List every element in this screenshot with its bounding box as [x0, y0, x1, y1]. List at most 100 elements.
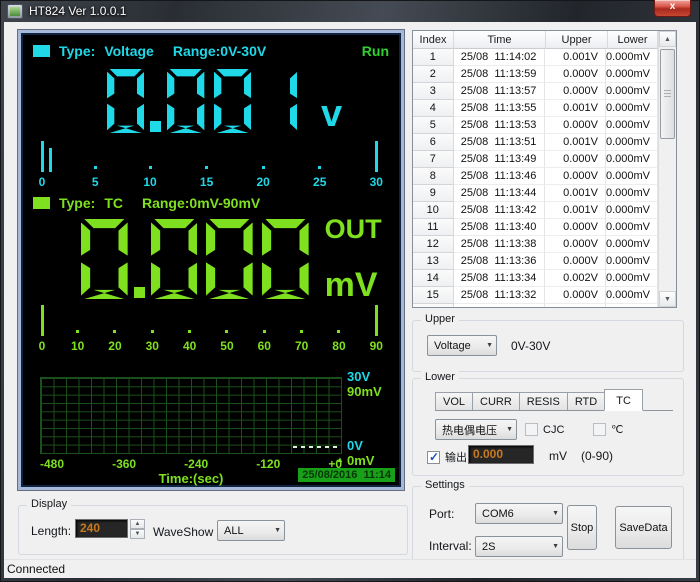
cell-lower[interactable]: 0.000mV — [606, 253, 658, 270]
table-row[interactable]: 1425/08 11:13:340.002V0.000mV — [413, 270, 658, 287]
cell-lower[interactable]: 0.000mV — [606, 100, 658, 117]
cell-upper[interactable]: 0.000V — [545, 253, 606, 270]
cell-lower[interactable]: 0.000mV — [606, 202, 658, 219]
cell-upper[interactable]: 0.001V — [545, 185, 606, 202]
cell-index[interactable]: 3 — [413, 83, 454, 100]
table-header-lower[interactable]: Lower — [608, 31, 658, 49]
cell-upper[interactable]: 0.000V — [545, 236, 606, 253]
scrollbar-thumb[interactable] — [660, 49, 675, 139]
cell-time[interactable]: 25/08 11:13:51 — [454, 134, 545, 151]
cell-index[interactable]: 8 — [413, 168, 454, 185]
cell-lower[interactable]: 0.000mV — [606, 151, 658, 168]
cell-time[interactable]: 25/08 11:13:46 — [454, 168, 545, 185]
cell-time[interactable]: 25/08 11:13:38 — [454, 236, 545, 253]
cell-index[interactable]: 7 — [413, 151, 454, 168]
cell-time[interactable]: 25/08 11:13:42 — [454, 202, 545, 219]
cell-upper[interactable]: 0.000V — [545, 219, 606, 236]
cell-index[interactable]: 11 — [413, 219, 454, 236]
cell-lower[interactable]: 0.000mV — [606, 83, 658, 100]
table-row[interactable]: 825/08 11:13:460.000V0.000mV — [413, 168, 658, 185]
celsius-checkbox[interactable] — [593, 423, 606, 436]
table-header-time[interactable]: Time — [454, 31, 546, 49]
cell-lower[interactable]: 0.000mV — [606, 270, 658, 287]
cell-lower[interactable]: 0.000mV — [606, 236, 658, 253]
tab-tc[interactable]: TC — [604, 389, 643, 411]
stop-button[interactable]: Stop — [567, 505, 597, 550]
table-row[interactable]: 1325/08 11:13:360.000V0.000mV — [413, 253, 658, 270]
savedata-button[interactable]: SaveData — [615, 506, 672, 549]
table-header-index[interactable]: Index — [413, 31, 454, 49]
cell-upper[interactable]: 0.000V — [545, 287, 606, 304]
table-row[interactable]: 1125/08 11:13:400.000V0.000mV — [413, 219, 658, 236]
table-row[interactable]: 725/08 11:13:490.000V0.000mV — [413, 151, 658, 168]
output-checkbox[interactable] — [427, 451, 440, 464]
output-checkbox-row[interactable]: 输出 — [427, 449, 467, 465]
port-select[interactable]: COM6 ▼ — [475, 503, 563, 524]
tab-vol[interactable]: VOL — [435, 392, 473, 410]
cell-lower[interactable]: 0.000mV — [606, 185, 658, 202]
cell-upper[interactable]: 0.001V — [545, 100, 606, 117]
table-scrollbar[interactable]: ▲ ▼ — [658, 31, 676, 307]
cell-index[interactable]: 10 — [413, 202, 454, 219]
cell-index[interactable]: 2 — [413, 66, 454, 83]
table-header-upper[interactable]: Upper — [546, 31, 608, 49]
cell-lower[interactable]: 0.000mV — [606, 304, 658, 307]
cell-upper[interactable]: 0.000V — [545, 83, 606, 100]
upper-mode-select[interactable]: Voltage ▼ — [427, 335, 497, 356]
cell-time[interactable]: 25/08 11:13:44 — [454, 185, 545, 202]
cjc-checkbox[interactable] — [525, 423, 538, 436]
cjc-checkbox-row[interactable]: CJC — [525, 423, 564, 436]
cell-upper[interactable]: 0.000V — [545, 168, 606, 185]
cell-time[interactable]: 25/08 11:13:30 — [454, 304, 545, 307]
cell-index[interactable]: 13 — [413, 253, 454, 270]
scroll-down-icon[interactable]: ▼ — [659, 291, 676, 307]
cell-index[interactable]: 1 — [413, 49, 454, 66]
table-row[interactable]: 1625/08 11:13:300.000V0.000mV — [413, 304, 658, 307]
close-button[interactable]: x — [654, 0, 691, 17]
table-row[interactable]: 325/08 11:13:570.000V0.000mV — [413, 83, 658, 100]
cell-lower[interactable]: 0.000mV — [606, 287, 658, 304]
scrollbar-track[interactable] — [659, 47, 676, 291]
cell-time[interactable]: 25/08 11:13:53 — [454, 117, 545, 134]
cell-time[interactable]: 25/08 11:13:57 — [454, 83, 545, 100]
cell-upper[interactable]: 0.000V — [545, 66, 606, 83]
cell-lower[interactable]: 0.000mV — [606, 219, 658, 236]
cell-time[interactable]: 25/08 11:13:32 — [454, 287, 545, 304]
scroll-up-icon[interactable]: ▲ — [659, 31, 676, 47]
waveshow-select[interactable]: ALL ▼ — [217, 520, 285, 541]
cell-lower[interactable]: 0.000mV — [606, 49, 658, 66]
cell-time[interactable]: 25/08 11:13:40 — [454, 219, 545, 236]
stepper-up-icon[interactable]: ▲ — [130, 519, 145, 529]
cell-time[interactable]: 25/08 11:13:49 — [454, 151, 545, 168]
cell-index[interactable]: 5 — [413, 117, 454, 134]
cell-lower[interactable]: 0.000mV — [606, 117, 658, 134]
length-input[interactable]: 240 — [75, 519, 128, 538]
table-row[interactable]: 925/08 11:13:440.001V0.000mV — [413, 185, 658, 202]
cell-time[interactable]: 25/08 11:13:55 — [454, 100, 545, 117]
table-row[interactable]: 1525/08 11:13:320.000V0.000mV — [413, 287, 658, 304]
cell-time[interactable]: 25/08 11:13:59 — [454, 66, 545, 83]
stepper-down-icon[interactable]: ▼ — [130, 529, 145, 539]
table-row[interactable]: 125/08 11:14:020.001V0.000mV — [413, 49, 658, 66]
cell-lower[interactable]: 0.000mV — [606, 168, 658, 185]
cell-upper[interactable]: 0.001V — [545, 134, 606, 151]
tc-mode-select[interactable]: 热电偶电压 ▼ — [435, 419, 517, 440]
table-row[interactable]: 625/08 11:13:510.001V0.000mV — [413, 134, 658, 151]
output-value-input[interactable]: 0.000 — [468, 445, 534, 464]
cell-index[interactable]: 15 — [413, 287, 454, 304]
table-row[interactable]: 225/08 11:13:590.000V0.000mV — [413, 66, 658, 83]
cell-lower[interactable]: 0.000mV — [606, 66, 658, 83]
cell-upper[interactable]: 0.001V — [545, 202, 606, 219]
cell-upper[interactable]: 0.000V — [545, 304, 606, 307]
cell-lower[interactable]: 0.000mV — [606, 134, 658, 151]
cell-index[interactable]: 12 — [413, 236, 454, 253]
table-row[interactable]: 1225/08 11:13:380.000V0.000mV — [413, 236, 658, 253]
cell-index[interactable]: 6 — [413, 134, 454, 151]
cell-index[interactable]: 4 — [413, 100, 454, 117]
cell-time[interactable]: 25/08 11:13:34 — [454, 270, 545, 287]
cell-index[interactable]: 9 — [413, 185, 454, 202]
tab-rtd[interactable]: RTD — [567, 392, 605, 410]
cell-upper[interactable]: 0.000V — [545, 151, 606, 168]
tab-curr[interactable]: CURR — [472, 392, 520, 410]
table-row[interactable]: 525/08 11:13:530.000V0.000mV — [413, 117, 658, 134]
